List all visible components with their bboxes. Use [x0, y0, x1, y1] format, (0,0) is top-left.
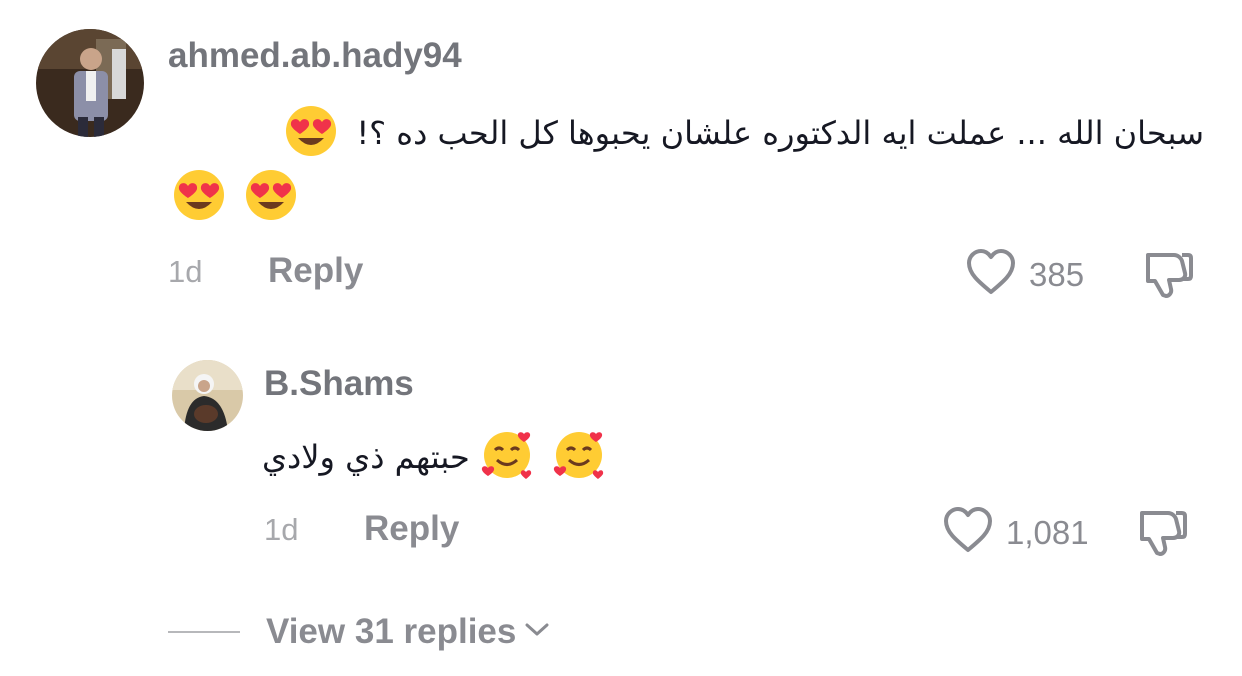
chevron-down-icon [524, 621, 550, 644]
reply-button[interactable]: Reply [364, 509, 459, 549]
comment-text-body: سبحان الله ... عملت ايه الدكتوره علشان ي… [356, 114, 1204, 152]
comment-timestamp: 1d [168, 254, 203, 289]
smiling-hearts-emoji-icon [480, 428, 534, 490]
heart-eyes-emoji-icon [244, 168, 298, 230]
avatar-ahmed[interactable] [36, 29, 144, 137]
reply-username[interactable]: B.Shams [264, 364, 414, 404]
heart-outline-icon [965, 248, 1017, 301]
dislike-thumb-down-icon[interactable] [1136, 505, 1190, 562]
divider-line [168, 631, 240, 633]
comment-text: سبحان الله ... عملت ايه الدكتوره علشان ي… [284, 104, 1204, 166]
reply-text-body: حبتهم ذي ولادي [262, 438, 470, 476]
reply-button[interactable]: Reply [268, 251, 363, 291]
like-count: 385 [1029, 255, 1085, 293]
view-replies-label: View 31 replies [266, 612, 517, 651]
like-button[interactable]: 1,081 [942, 506, 1089, 559]
dislike-thumb-down-icon[interactable] [1142, 247, 1196, 304]
comment-emoji-row [172, 168, 298, 230]
like-button[interactable]: 385 [965, 248, 1084, 301]
heart-eyes-emoji-icon [172, 168, 226, 230]
like-count: 1,081 [1006, 513, 1089, 551]
heart-outline-icon [942, 506, 994, 559]
comment-username[interactable]: ahmed.ab.hady94 [168, 36, 462, 76]
view-replies-button[interactable]: View 31 replies [168, 612, 550, 652]
reply-timestamp: 1d [264, 512, 299, 547]
avatar-bshams[interactable] [172, 360, 243, 431]
reply-text: حبتهم ذي ولادي [262, 428, 606, 490]
heart-eyes-emoji-icon [284, 104, 338, 166]
smiling-hearts-emoji-icon [552, 428, 606, 490]
